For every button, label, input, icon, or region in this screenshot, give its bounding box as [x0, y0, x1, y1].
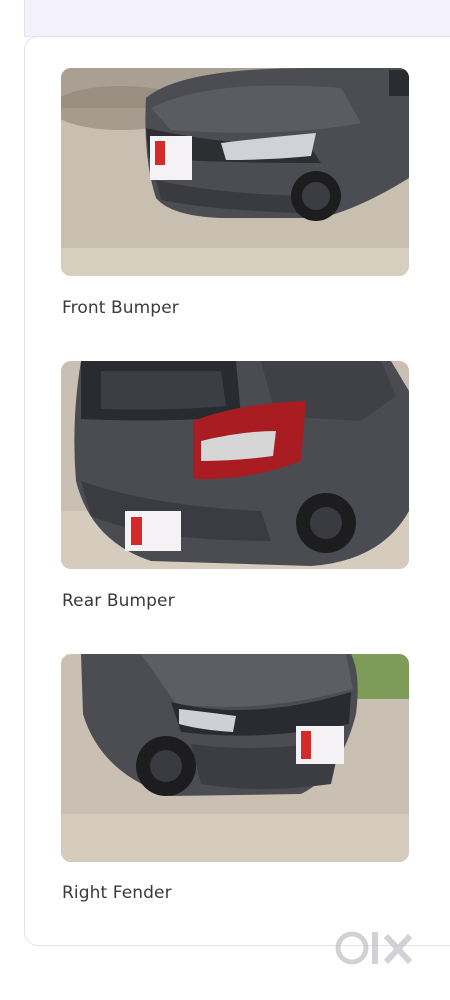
- caption-front-bumper: Front Bumper: [62, 298, 179, 318]
- top-panel-strip: [24, 0, 450, 37]
- rear-bumper-photo[interactable]: [61, 361, 409, 569]
- caption-right-fender: Right Fender: [62, 883, 172, 903]
- caption-rear-bumper: Rear Bumper: [62, 591, 175, 611]
- right-fender-photo[interactable]: [61, 654, 409, 862]
- front-bumper-photo[interactable]: [61, 68, 409, 276]
- olx-watermark-logo: [334, 926, 424, 986]
